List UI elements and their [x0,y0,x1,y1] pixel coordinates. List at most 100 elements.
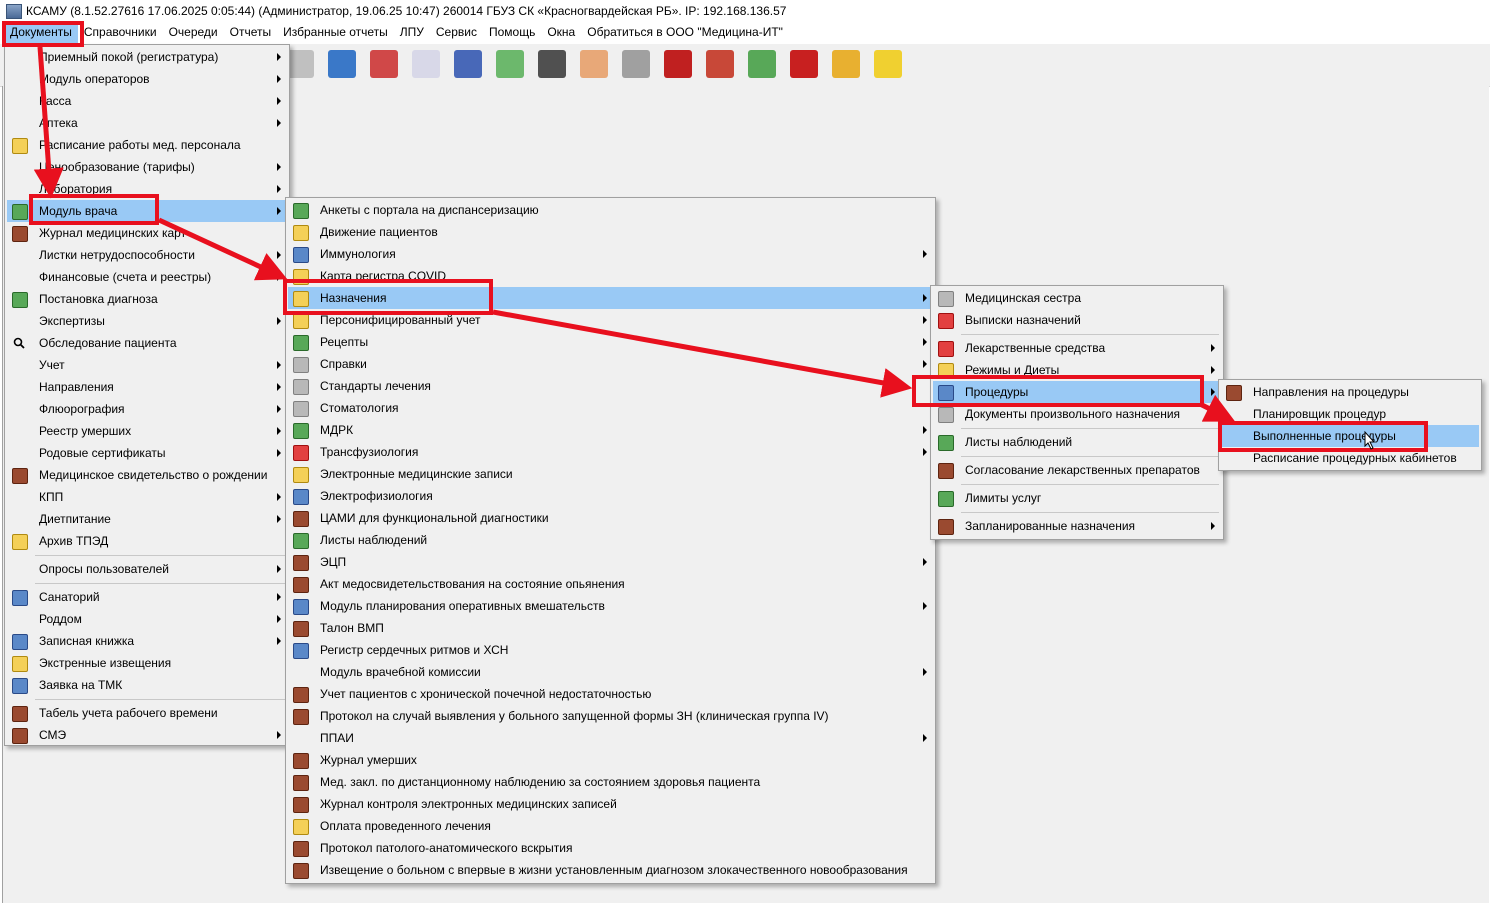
doctor-module-item[interactable]: Иммунология [288,243,933,265]
documents-menu-item[interactable]: Журнал медицинских карт [7,222,287,244]
documents-menu-item[interactable]: Листки нетрудоспособности [7,244,287,266]
doctor-module-item[interactable]: Оплата проведенного лечения [288,815,933,837]
documents-menu-item[interactable]: Реестр умерших [7,420,287,442]
documents-menu-item[interactable]: Табель учета рабочего времени [7,702,287,724]
doctor-module-item[interactable]: Карта регистра COVID [288,265,933,287]
doctor-module-item[interactable]: Протокол патолого-анатомического вскрыти… [288,837,933,859]
ledger-icon[interactable] [748,50,776,78]
doctor-module-item[interactable]: Журнал умерших [288,749,933,771]
documents-menu-item[interactable]: Лаборатория [7,178,287,200]
menu-contact-support[interactable]: Обратиться в ООО "Медицина-ИТ" [581,22,789,43]
prescriptions-item[interactable]: Медицинская сестра [933,287,1221,309]
documents-menu-item[interactable]: Медицинское свидетельство о рождении [7,464,287,486]
doctor-module-item[interactable]: Движение пациентов [288,221,933,243]
doctor-module-item[interactable]: Стоматология [288,397,933,419]
schedule-icon[interactable] [706,50,734,78]
menu-lpu[interactable]: ЛПУ [394,22,430,43]
documents-menu-item[interactable]: Учет [7,354,287,376]
documents-menu-item[interactable]: Обследование пациента [7,332,287,354]
doctor-module-item[interactable]: ЦАМИ для функциональной диагностики [288,507,933,529]
prescriptions-item[interactable]: Режимы и Диеты [933,359,1221,381]
message-icon[interactable] [874,50,902,78]
documents-menu-item[interactable]: Архив ТПЭД [7,530,287,552]
doctor-module-item[interactable]: Анкеты с портала на диспансеризацию [288,199,933,221]
doctor-module-item[interactable]: Модуль планирования оперативных вмешател… [288,595,933,617]
doctor-module-item[interactable]: Трансфузиология [288,441,933,463]
scanner-icon[interactable] [538,50,566,78]
documents-menu-item[interactable]: Модуль операторов [7,68,287,90]
documents-menu-item[interactable]: Родовые сертификаты [7,442,287,464]
documents-menu-item[interactable]: Санаторий [7,586,287,608]
menu-reports[interactable]: Отчеты [224,22,277,43]
prescriptions-item[interactable]: Согласование лекарственных препаратов [933,459,1221,481]
documents-menu-item[interactable]: Расписание работы мед. персонала [7,134,287,156]
doctor-module-item[interactable]: Извещение о больном с впервые в жизни ус… [288,859,933,881]
scissors-icon[interactable] [286,50,314,78]
doctor-module-item[interactable]: Листы наблюдений [288,529,933,551]
doctor-module-item[interactable]: Электрофизиология [288,485,933,507]
prescriptions-item[interactable]: Листы наблюдений [933,431,1221,453]
menu-windows[interactable]: Окна [541,22,581,43]
document-icon[interactable] [412,50,440,78]
doctor-module-item[interactable]: Учет пациентов с хронической почечной не… [288,683,933,705]
documents-menu-item[interactable]: Записная книжка [7,630,287,652]
documents-menu-item[interactable]: Флюорография [7,398,287,420]
doctor-module-item[interactable]: Талон ВМП [288,617,933,639]
red-book-icon[interactable] [664,50,692,78]
prescriptions-item[interactable]: Лимиты услуг [933,487,1221,509]
doctor-module-item[interactable]: Стандарты лечения [288,375,933,397]
procedures-item[interactable]: Выполненные процедуры [1221,425,1479,447]
documents-menu-item[interactable]: Экспертизы [7,310,287,332]
menu-directories[interactable]: Справочники [78,22,163,43]
pills-icon[interactable] [496,50,524,78]
documents-menu-item[interactable]: Финансовые (счета и реестры) [7,266,287,288]
nurse-icon[interactable] [580,50,608,78]
doctor-module-item[interactable]: Регистр сердечных ритмов и ХСН [288,639,933,661]
menu-service[interactable]: Сервис [430,22,483,43]
doctor-module-item[interactable]: Мед. закл. по дистанционному наблюдению … [288,771,933,793]
documents-menu-item[interactable]: Постановка диагноза [7,288,287,310]
books-icon[interactable] [454,50,482,78]
menu-queues[interactable]: Очереди [163,22,224,43]
doctor-module-item[interactable]: Журнал контроля электронных медицинских … [288,793,933,815]
prescriptions-item[interactable]: Процедуры [933,381,1221,403]
procedures-item[interactable]: Планировщик процедур [1221,403,1479,425]
menu-documents[interactable]: Документы [4,22,78,43]
documents-menu-item[interactable]: Диетпитание [7,508,287,530]
doctor-module-item[interactable]: ППАИ [288,727,933,749]
documents-menu-item[interactable]: Опросы пользователей [7,558,287,580]
doctor-module-item[interactable]: Протокол на случай выявления у больного … [288,705,933,727]
doctor-module-item[interactable]: Персонифицированный учет [288,309,933,331]
thermometer-icon[interactable] [622,50,650,78]
doctor-module-item[interactable]: Назначения [288,287,933,309]
doctor-module-item[interactable]: Электронные медицинские записи [288,463,933,485]
doctor-module-item[interactable]: Рецепты [288,331,933,353]
lock-icon[interactable] [832,50,860,78]
documents-menu-item[interactable]: Ценообразование (тарифы) [7,156,287,178]
documents-menu-item[interactable]: Модуль врача [7,200,287,222]
doctor-module-item[interactable]: МДРК [288,419,933,441]
doctor-module-item[interactable]: Модуль врачебной комиссии [288,661,933,683]
procedures-item[interactable]: Направления на процедуры [1221,381,1479,403]
pdf-icon[interactable] [790,50,818,78]
prescriptions-item[interactable]: Лекарственные средства [933,337,1221,359]
doctor-module-item[interactable]: Справки [288,353,933,375]
procedures-item[interactable]: Расписание процедурных кабинетов [1221,447,1479,469]
medkit-icon[interactable] [370,50,398,78]
documents-menu-item[interactable]: Касса [7,90,287,112]
calendar-icon[interactable] [328,50,356,78]
documents-menu-item[interactable]: Направления [7,376,287,398]
prescriptions-item[interactable]: Документы произвольного назначения [933,403,1221,425]
documents-menu-item[interactable]: Роддом [7,608,287,630]
documents-menu-item[interactable]: КПП [7,486,287,508]
documents-menu-item[interactable]: Заявка на ТМК [7,674,287,696]
documents-menu-item[interactable]: Приемный покой (регистратура) [7,46,287,68]
doctor-module-item[interactable]: Акт медосвидетельствования на состояние … [288,573,933,595]
menu-favorite-reports[interactable]: Избранные отчеты [277,22,394,43]
prescriptions-item[interactable]: Выписки назначений [933,309,1221,331]
prescriptions-item[interactable]: Запланированные назначения [933,515,1221,537]
menu-help[interactable]: Помощь [483,22,541,43]
documents-menu-item[interactable]: Аптека [7,112,287,134]
documents-menu-item[interactable]: Экстренные извещения [7,652,287,674]
doctor-module-item[interactable]: ЭЦП [288,551,933,573]
